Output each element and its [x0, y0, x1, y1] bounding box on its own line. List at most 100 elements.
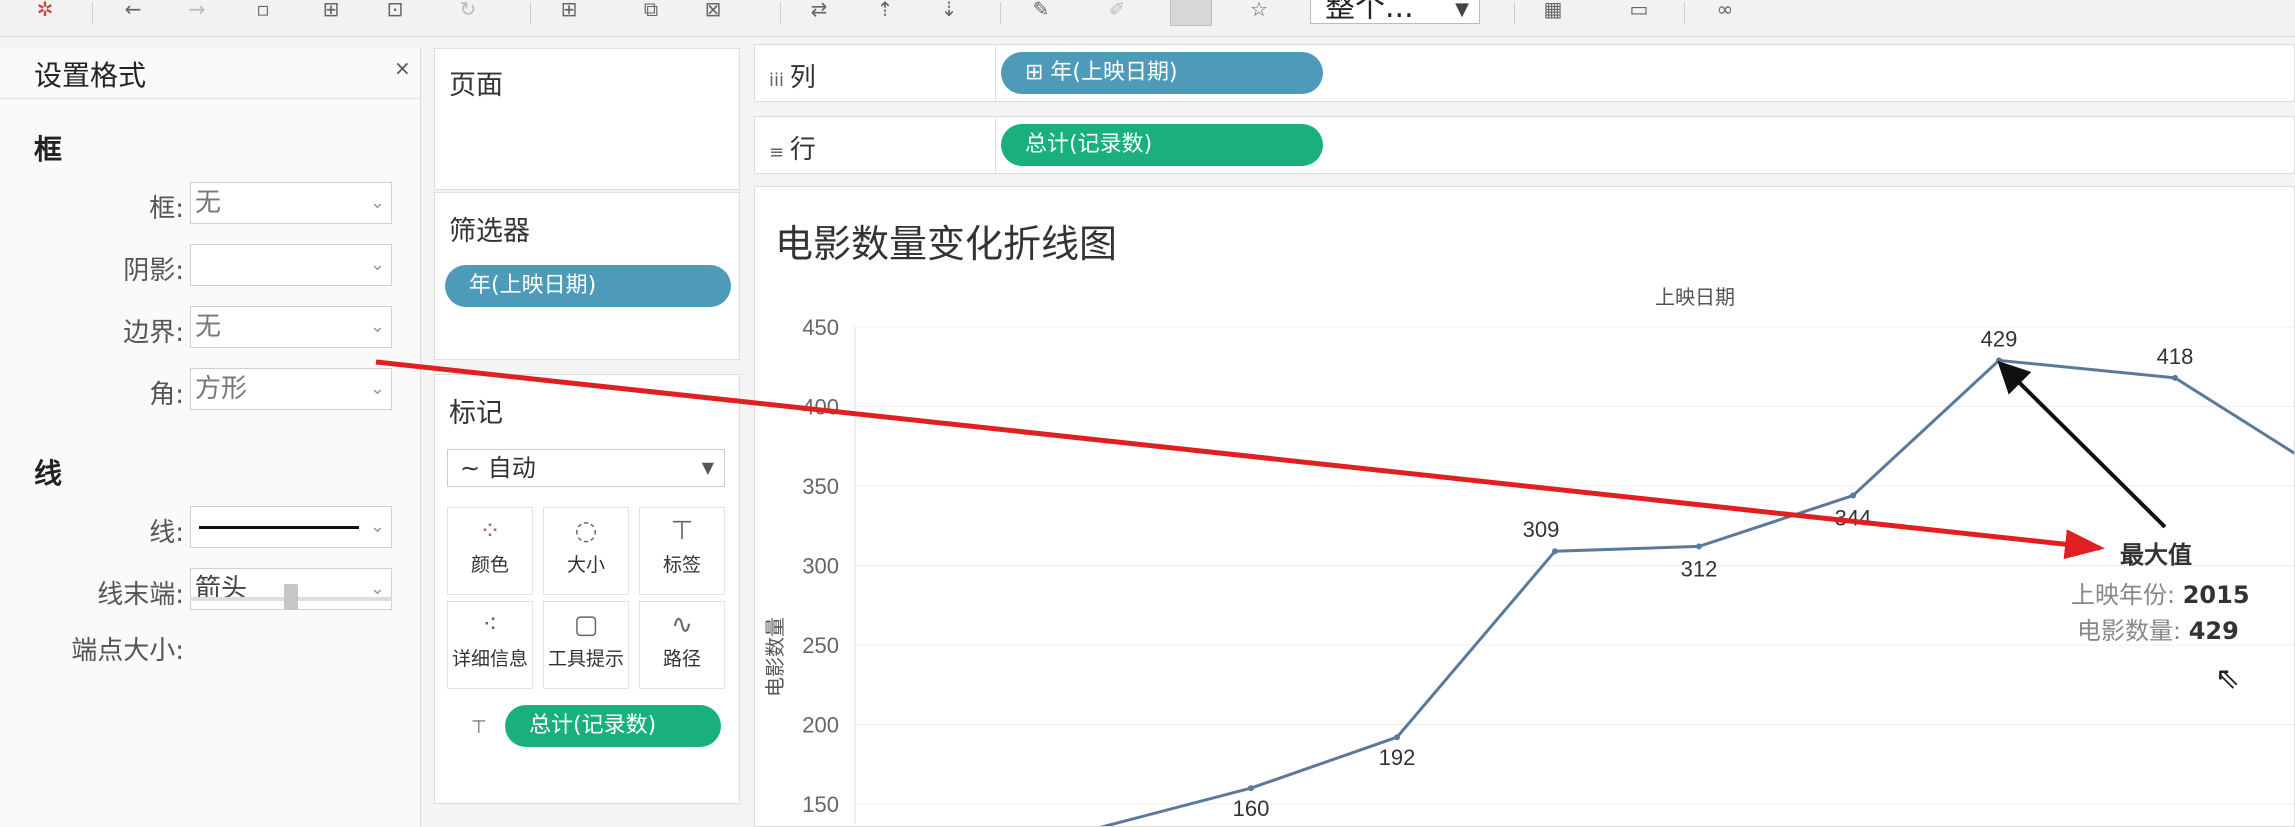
close-icon[interactable]: × — [394, 56, 411, 80]
data-point[interactable] — [1696, 543, 1702, 550]
line-section-heading: 线 — [34, 457, 63, 490]
path-button-label: 路径 — [662, 648, 701, 670]
sort-ascending-icon[interactable]: ⇡ — [872, 0, 898, 20]
line-style-select[interactable]: ⌄ — [190, 506, 392, 548]
undo-icon[interactable]: ← — [120, 0, 146, 20]
chevron-down-icon: ⌄ — [369, 378, 385, 399]
annotation-count-label: 电影数量: — [2077, 617, 2182, 645]
label-button[interactable]: ⊤ 标签 — [639, 507, 725, 595]
format-panel: 设置格式 × 框 框: 无 ⌄ 阴影: ⌄ 边界: 无 ⌄ 角: 方形 ⌄ 线 线: … — [0, 48, 421, 827]
label-encoding-icon: ⊤ — [471, 717, 487, 738]
pages-card: 页面 — [434, 48, 740, 190]
border-label: 边界: — [123, 318, 184, 348]
y-tick-label: 150 — [802, 792, 839, 817]
chevron-down-icon: ⌄ — [369, 516, 385, 537]
duplicate-sheet-icon[interactable]: ⧉ — [638, 0, 664, 20]
shadow-select[interactable]: ⌄ — [190, 244, 392, 286]
corner-label: 角: — [149, 380, 184, 410]
chevron-down-icon: ▼ — [1455, 0, 1469, 20]
toolbar-divider — [1684, 2, 1685, 24]
y-tick-label: 200 — [802, 713, 839, 738]
data-point[interactable] — [1552, 548, 1558, 555]
toolbar-divider — [780, 2, 781, 24]
chevron-down-icon: ⌄ — [369, 578, 385, 599]
new-datasource-icon[interactable]: ⊞ — [318, 0, 344, 20]
chevron-down-icon: ⌄ — [369, 316, 385, 337]
fit-dropdown[interactable]: 整个... ▼ — [1310, 0, 1480, 24]
columns-shelf[interactable]: iii 列 ⊞ 年(上映日期) — [754, 44, 2295, 102]
data-point[interactable] — [1996, 357, 2002, 364]
clear-sheet-icon[interactable]: ⊠ — [700, 0, 726, 20]
line-end-label: 线末端: — [97, 580, 184, 610]
data-point[interactable] — [2172, 374, 2178, 381]
y-tick-label: 450 — [802, 315, 839, 340]
detail-icon: ⁖ — [482, 610, 498, 640]
annotation-year-value: 2015 — [2182, 581, 2250, 609]
tableau-logo-icon[interactable]: ✲ — [32, 0, 58, 20]
sort-descending-icon[interactable]: ⇣ — [936, 0, 962, 20]
mark-type-dropdown[interactable]: ∼ 自动 ▼ — [447, 449, 725, 487]
columns-shelf-label: iii 列 — [769, 57, 816, 94]
y-tick-label: 350 — [802, 474, 839, 499]
new-worksheet-icon[interactable]: ⊞ — [556, 0, 582, 20]
chevron-down-icon: ⌄ — [369, 254, 385, 275]
toolbar: ✲ ← → ▫ ⊞ ⊡ ↻ ⊞ ⧉ ⊠ ⇄ ⇡ ⇣ ✎ ✐ ☆ 整个... ▼ ▦… — [0, 0, 2295, 37]
detail-button-label: 详细信息 — [451, 648, 528, 670]
swap-rows-columns-icon[interactable]: ⇄ — [806, 0, 832, 20]
data-point[interactable] — [1248, 785, 1254, 792]
path-button[interactable]: ∿ 路径 — [639, 601, 725, 689]
border-select-value: 无 — [195, 312, 222, 342]
presentation-mode-icon[interactable]: ▭ — [1626, 0, 1652, 20]
detail-button[interactable]: ⁖ 详细信息 — [447, 601, 533, 689]
rows-shelf[interactable]: ≡ 行 总计(记录数) — [754, 116, 2295, 174]
mark-type-value: ∼ 自动 — [460, 454, 536, 482]
data-label: 192 — [1379, 745, 1416, 770]
filter-pill-year[interactable]: 年(上映日期) — [445, 265, 731, 307]
endpoint-size-slider-thumb[interactable] — [284, 584, 298, 610]
rows-label: 行 — [789, 135, 816, 165]
highlight-icon[interactable]: ✎ — [1028, 0, 1054, 20]
show-cards-icon[interactable]: ▦ — [1540, 0, 1566, 20]
path-icon: ∿ — [671, 610, 693, 640]
marks-label-pill[interactable]: 总计(记录数) — [505, 705, 721, 747]
chevron-down-icon: ▼ — [701, 458, 714, 477]
refresh-icon[interactable]: ↻ — [455, 0, 481, 20]
border-select[interactable]: 无 ⌄ — [190, 306, 392, 348]
toolbar-divider — [92, 2, 93, 24]
mouse-cursor-icon: ⇖ — [2215, 661, 2241, 696]
share-icon[interactable]: ∞ — [1712, 0, 1738, 20]
rows-pill-count[interactable]: 总计(记录数) — [1001, 124, 1323, 166]
columns-icon: iii — [769, 70, 790, 91]
shadow-label: 阴影: — [123, 256, 184, 286]
y-tick-label: 400 — [802, 395, 839, 420]
columns-pill-year[interactable]: ⊞ 年(上映日期) — [1001, 52, 1323, 94]
frame-select-value: 无 — [195, 188, 222, 218]
save-icon[interactable]: ▫ — [250, 0, 276, 20]
annotation-arrow — [1997, 360, 2167, 529]
y-tick-label: 250 — [802, 633, 839, 658]
corner-select[interactable]: 方形 ⌄ — [190, 368, 392, 410]
line-chart: 450 400 350 300 250 200 150 160 192 309 312 344 429 4… — [802, 315, 2294, 826]
show-mark-labels-button[interactable] — [1170, 0, 1212, 26]
rows-icon: ≡ — [769, 142, 790, 163]
divider — [995, 45, 996, 101]
frame-select[interactable]: 无 ⌄ — [190, 182, 392, 224]
annotation-count-value: 429 — [2188, 617, 2239, 645]
pause-updates-icon[interactable]: ⊡ — [382, 0, 408, 20]
data-point[interactable] — [1394, 734, 1400, 741]
filters-card-title: 筛选器 — [449, 216, 530, 247]
pin-icon[interactable]: ☆ — [1246, 0, 1272, 20]
chevron-down-icon: ⌄ — [369, 192, 385, 213]
size-button[interactable]: ◌ 大小 — [543, 507, 629, 595]
frame-label: 框: — [149, 194, 184, 224]
tooltip-button[interactable]: ▢ 工具提示 — [543, 601, 629, 689]
color-button[interactable]: ⁘ 颜色 — [447, 507, 533, 595]
data-point[interactable] — [1850, 492, 1856, 499]
annotation-count-line: 电影数量: 429 — [2077, 611, 2239, 646]
redo-icon[interactable]: → — [184, 0, 210, 20]
pages-card-title: 页面 — [449, 70, 503, 101]
filters-card: 筛选器 年(上映日期) — [434, 192, 740, 360]
tooltip-icon: ▢ — [573, 610, 599, 640]
group-members-icon[interactable]: ✐ — [1104, 0, 1130, 20]
format-panel-title: 设置格式 — [34, 59, 147, 92]
